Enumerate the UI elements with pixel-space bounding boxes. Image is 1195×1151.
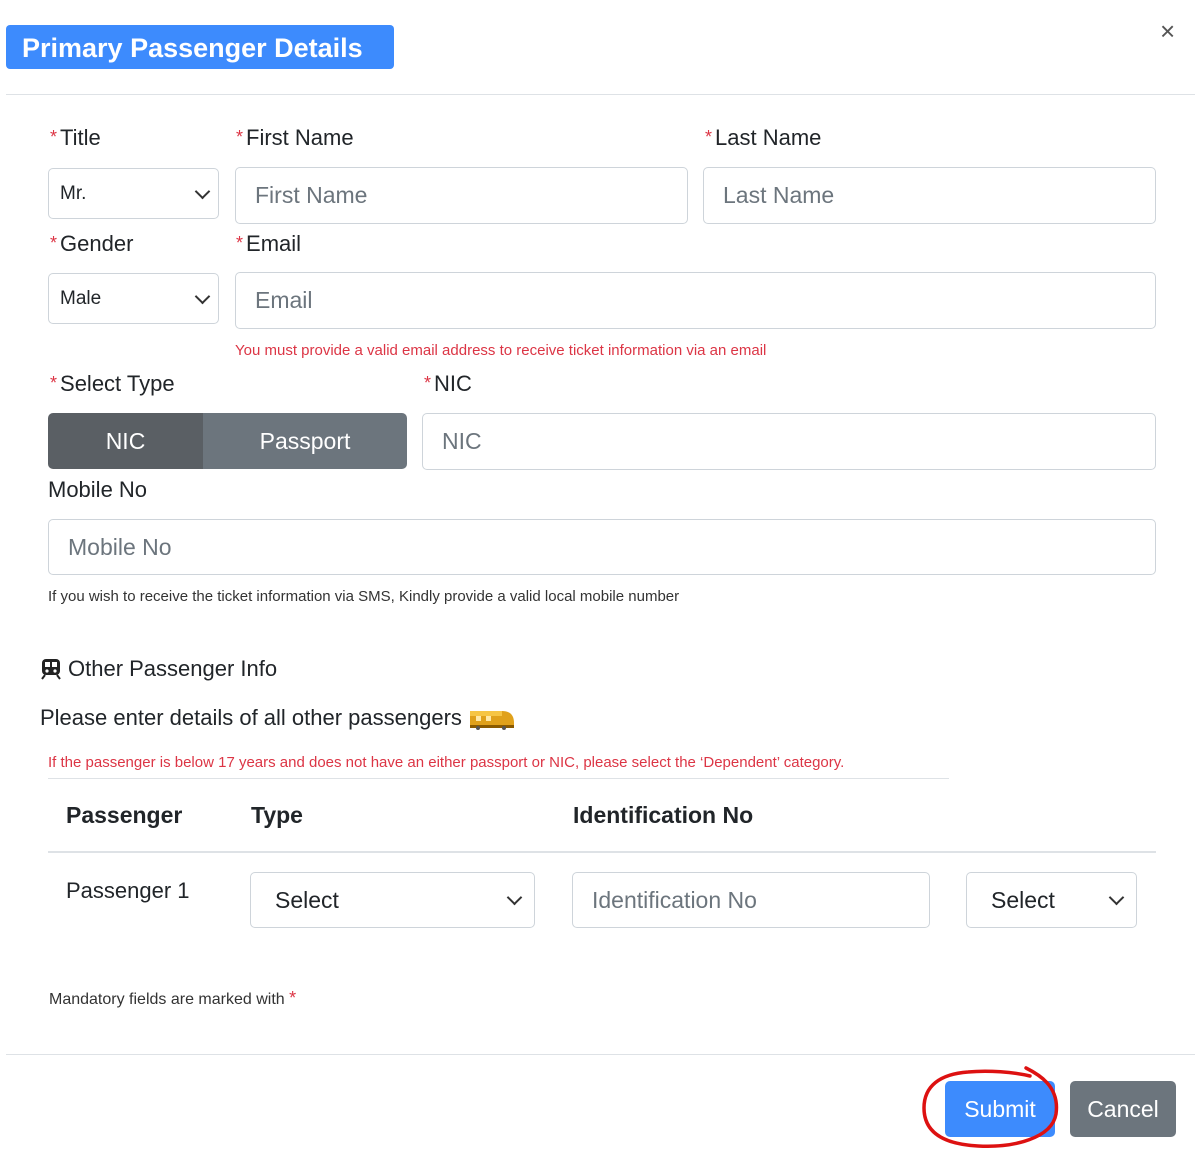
column-header-type: Type bbox=[251, 802, 303, 828]
mobile-hint: If you wish to receive the ticket inform… bbox=[48, 588, 680, 605]
type-passport-button[interactable]: Passport bbox=[203, 413, 407, 469]
select-type-label-text: Select Type bbox=[60, 371, 175, 396]
title-label-text: Title bbox=[60, 125, 101, 150]
required-mark: * bbox=[705, 127, 713, 147]
gender-select[interactable]: Male bbox=[48, 273, 219, 324]
mobile-label: Mobile No bbox=[48, 477, 148, 502]
passenger-type-select[interactable]: Select bbox=[250, 872, 535, 928]
chevron-down-icon bbox=[1108, 889, 1125, 906]
chevron-down-icon bbox=[506, 889, 523, 906]
close-icon[interactable]: × bbox=[1160, 18, 1175, 44]
gender-label: * Gender bbox=[50, 231, 133, 257]
last-name-label: * Last Name bbox=[705, 125, 821, 151]
passenger-extra-select[interactable]: Select bbox=[966, 872, 1137, 928]
required-mark: * bbox=[289, 988, 297, 1008]
email-input[interactable] bbox=[235, 272, 1156, 329]
chevron-down-icon bbox=[194, 183, 211, 199]
table-top-rule bbox=[48, 778, 949, 779]
train-icon bbox=[41, 659, 61, 680]
table-header-rule bbox=[48, 851, 1156, 853]
type-nic-button[interactable]: NIC bbox=[48, 413, 203, 469]
other-passenger-heading-text: Other Passenger Info bbox=[68, 656, 278, 681]
train-emoji-icon bbox=[469, 711, 514, 730]
required-mark: * bbox=[50, 233, 58, 253]
passenger-extra-value: Select bbox=[991, 886, 1055, 913]
nic-label: * NIC bbox=[424, 371, 472, 397]
first-name-input[interactable] bbox=[235, 167, 688, 224]
mobile-input[interactable] bbox=[48, 519, 1156, 575]
other-passenger-instruction: Please enter details of all other passen… bbox=[40, 705, 516, 731]
header-divider bbox=[6, 94, 1195, 95]
identification-input[interactable] bbox=[572, 872, 930, 928]
gender-select-value: Male bbox=[60, 287, 102, 309]
column-header-passenger: Passenger bbox=[66, 802, 183, 828]
email-label: * Email bbox=[236, 231, 301, 257]
title-select[interactable]: Mr. bbox=[48, 168, 219, 219]
email-hint: You must provide a valid email address t… bbox=[235, 342, 767, 359]
footer-divider bbox=[6, 1054, 1195, 1055]
other-passenger-heading: Other Passenger Info bbox=[40, 656, 277, 682]
passenger-name-cell: Passenger 1 bbox=[66, 878, 190, 903]
modal-title: Primary Passenger Details bbox=[6, 25, 394, 69]
first-name-label-text: First Name bbox=[246, 125, 354, 150]
instruction-text: Please enter details of all other passen… bbox=[40, 705, 462, 730]
mandatory-note: Mandatory fields are marked with * bbox=[49, 988, 296, 1009]
chevron-down-icon bbox=[194, 288, 211, 304]
last-name-label-text: Last Name bbox=[715, 125, 822, 150]
required-mark: * bbox=[50, 127, 58, 147]
required-mark: * bbox=[424, 373, 432, 393]
title-select-value: Mr. bbox=[60, 182, 87, 204]
gender-label-text: Gender bbox=[60, 231, 134, 256]
submit-annotation-circle bbox=[922, 1066, 1059, 1148]
title-label: * Title bbox=[50, 125, 101, 151]
column-header-identification: Identification No bbox=[573, 802, 754, 828]
first-name-label: * First Name bbox=[236, 125, 354, 151]
last-name-input[interactable] bbox=[703, 167, 1156, 224]
nic-input[interactable] bbox=[422, 413, 1156, 470]
email-label-text: Email bbox=[246, 231, 302, 256]
dependent-note: If the passenger is below 17 years and d… bbox=[48, 754, 845, 771]
select-type-label: * Select Type bbox=[50, 371, 175, 397]
passenger-type-value: Select bbox=[275, 886, 339, 913]
mandatory-note-text: Mandatory fields are marked with bbox=[49, 991, 285, 1008]
required-mark: * bbox=[236, 233, 244, 253]
cancel-button[interactable]: Cancel bbox=[1070, 1081, 1176, 1137]
id-type-toggle: NIC Passport bbox=[48, 413, 407, 469]
required-mark: * bbox=[236, 127, 244, 147]
nic-label-text: NIC bbox=[434, 371, 472, 396]
required-mark: * bbox=[50, 373, 58, 393]
